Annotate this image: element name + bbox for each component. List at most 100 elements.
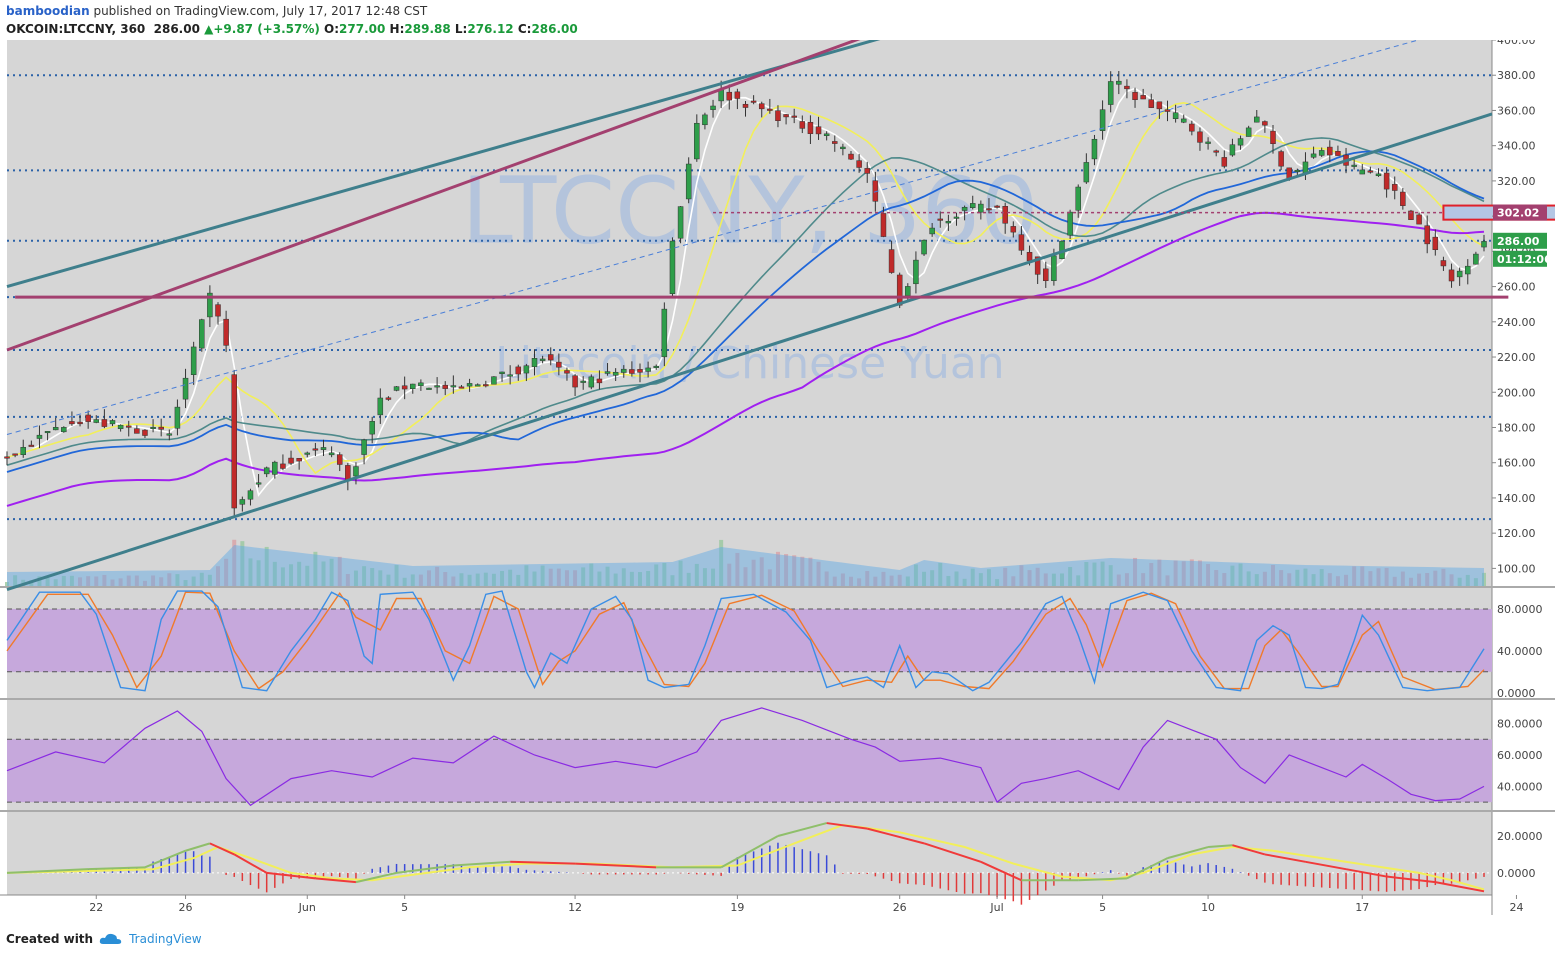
chart-area[interactable]: LTCCNY, 360 Litecoin / Chinese Yuan 400.00… [0,40,1555,920]
rsi-tick-label: 80.0000 [1497,718,1543,731]
candle-body [328,452,335,456]
low-label: L: [454,22,468,36]
candle-body [1172,112,1179,119]
candle-body [1481,241,1487,248]
candle-body [1391,184,1398,191]
pane-background [7,812,1492,895]
time-tick-label: 26 [893,901,907,914]
candle-body [1375,173,1382,177]
price-tick-label: 220.00 [1497,351,1536,364]
candle-body [539,358,546,361]
candle-body [815,126,822,135]
watermark-symbol: LTCCNY, 360 [462,158,1039,265]
candle-body [888,249,895,273]
symbol-label: OKCOIN:LTCCNY, 360 [6,22,146,36]
candle-body [588,376,595,388]
candle-body [661,308,668,358]
price-tick-label: 200.00 [1497,386,1536,399]
candle-body [93,419,100,423]
candle-body [694,122,700,160]
candle-body [564,370,570,374]
open-label: O: [324,22,340,36]
candle-body [823,133,830,136]
candle-body [726,91,733,101]
symbol-info: OKCOIN:LTCCNY, 360 286.00 ▲+9.87 (+3.57%… [6,22,578,36]
tradingview-link[interactable]: TradingView [129,932,202,946]
level-price-tag: 302.02 [1497,207,1539,220]
candle-body [1205,141,1211,144]
candle-body [1294,169,1301,172]
candle-body [215,304,221,317]
footer: Created with TradingView [6,932,202,946]
candle-body [645,367,651,372]
time-tick-label: 24 [1509,901,1523,914]
candle-body [28,444,35,447]
candle-body [1229,144,1236,156]
candle-body [36,434,43,439]
candle-body [531,358,538,368]
candle-body [1002,206,1008,224]
candle-body [442,384,448,389]
candle-body [604,371,611,374]
price-tick-label: 120.00 [1497,527,1536,540]
candle-body [1189,123,1195,132]
candle-body [109,420,116,425]
candle-body [1116,80,1122,85]
candle-body [758,103,765,110]
candle-body [799,121,806,129]
candle-body [1124,85,1130,90]
candle-body [401,385,408,390]
candle-body [12,453,18,456]
author-link[interactable]: bamboodian [6,4,90,18]
candle-body [896,274,903,306]
stoch-tick-label: 40.0000 [1497,645,1543,658]
candle-body [653,365,659,368]
candle-body [1221,157,1228,167]
candle-body [848,153,854,160]
candle-body [199,319,205,349]
candle-body [1067,211,1073,236]
candle-body [1091,138,1098,160]
candle-body [239,499,246,505]
candle-body [272,461,278,475]
candle-body [840,146,846,150]
rsi-band [7,739,1492,803]
candle-body [150,426,156,429]
candle-body [969,203,976,208]
price-tick-label: 180.00 [1497,421,1536,434]
candle-body [85,414,91,422]
candle-body [1400,191,1406,206]
candle-body [515,366,522,375]
candle-body [556,361,562,368]
candle-body [1448,269,1455,282]
low-value: 276.12 [467,22,514,36]
candle-body [117,424,124,429]
candle-body [474,384,481,387]
price-tick-label: 340.00 [1497,140,1536,153]
candle-body [458,386,465,389]
candle-body [1383,172,1390,190]
candle-body [1026,252,1033,262]
candle-body [4,456,10,459]
candle-body [1432,236,1439,250]
candle-body [629,369,635,374]
time-tick-label: 19 [730,901,744,914]
candle-body [1075,186,1081,211]
candle-body [953,216,960,219]
high-label: H: [389,22,405,36]
candle-body [832,141,838,144]
price-tick-label: 320.00 [1497,175,1536,188]
candle-body [1051,255,1057,281]
candle-body [913,259,919,285]
candle-body [182,377,189,400]
candle-body [1473,253,1479,265]
candle-body [1156,101,1163,110]
candle-body [961,206,968,211]
candle-body [1310,153,1317,158]
candle-body [783,114,789,118]
candle-body [255,482,262,485]
candle-body [986,208,992,211]
candle-body [61,427,67,433]
candle-body [702,114,708,126]
candle-body [612,371,619,376]
